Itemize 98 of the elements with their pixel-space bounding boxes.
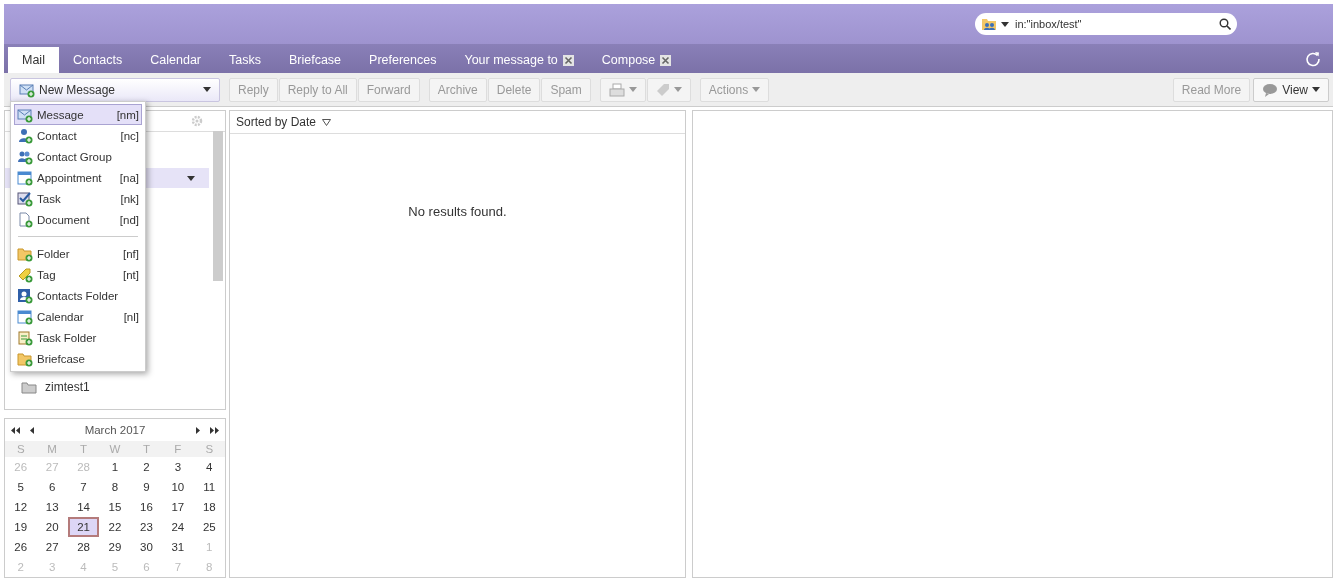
menu-item[interactable]: Document [nd] [14, 209, 142, 230]
calendar-icon [17, 169, 33, 186]
weekday-label: W [99, 441, 131, 457]
tab[interactable]: Contacts [58, 47, 137, 73]
tab[interactable]: Preferences [355, 47, 451, 73]
weekday-label: F [162, 441, 194, 457]
double-right-arrow-icon[interactable] [210, 426, 219, 434]
contact-card-icon [17, 287, 33, 304]
caret-icon [203, 87, 211, 92]
person-icon [17, 127, 33, 144]
envelope-icon [17, 106, 33, 123]
folder-people-icon [981, 17, 997, 31]
menu-item[interactable]: Task [nk] [14, 188, 142, 209]
calendar-day[interactable]: 31 [162, 537, 194, 557]
calendar-day[interactable]: 30 [130, 537, 163, 557]
calendar-day[interactable]: 1 [99, 457, 131, 477]
menu-item[interactable]: Briefcase [14, 348, 142, 369]
folder-name[interactable]: zimtest1 [45, 380, 90, 394]
menu-item[interactable]: Folder [nf] [14, 243, 142, 264]
folder-icon [21, 380, 37, 394]
calendar-day[interactable]: 15 [99, 497, 131, 517]
close-icon[interactable] [562, 54, 574, 66]
calendar-day[interactable]: 28 [67, 537, 100, 557]
caret-icon [1312, 87, 1320, 92]
menu-item[interactable]: Task Folder [14, 327, 142, 348]
month-title: March 2017 [83, 424, 147, 436]
calendar-day[interactable]: 6 [36, 477, 68, 497]
tab[interactable]: Mail [8, 47, 59, 73]
calendar-day[interactable]: 14 [67, 497, 100, 517]
caret-icon [628, 87, 637, 92]
caret-icon [187, 175, 195, 181]
calendar-day[interactable]: 25 [193, 517, 225, 537]
calendar-day[interactable]: 29 [99, 537, 131, 557]
search-bar[interactable]: in:"inbox/test" [975, 13, 1237, 35]
menu-item[interactable]: Contacts Folder [14, 285, 142, 306]
calendar-day[interactable]: 4 [193, 457, 225, 477]
calendar-day[interactable]: 10 [162, 477, 194, 497]
calendar-day[interactable]: 27 [36, 537, 68, 557]
tab[interactable]: Tasks [215, 47, 275, 73]
calendar-day[interactable]: 11 [193, 477, 225, 497]
folder-icon [17, 245, 33, 262]
speech-bubble-icon [1262, 82, 1279, 97]
right-arrow-icon[interactable] [196, 426, 200, 434]
double-left-arrow-icon[interactable] [11, 426, 20, 434]
calendar-day[interactable]: 23 [130, 517, 163, 537]
caret-icon [673, 87, 682, 92]
checkbox-icon [17, 190, 33, 207]
calendar-day[interactable]: 22 [99, 517, 131, 537]
calendar-day[interactable]: 19 [5, 517, 37, 537]
sort-icon[interactable] [322, 118, 332, 126]
calendar-day[interactable]: 17 [162, 497, 194, 517]
new-message-button[interactable]: New Message [10, 77, 220, 102]
menu-item[interactable]: Appointment [na] [14, 167, 142, 188]
menu-item[interactable]: Contact [nc] [14, 125, 142, 146]
calendar-day[interactable]: 21 [67, 517, 100, 537]
calendar-day[interactable]: 13 [36, 497, 68, 517]
calendar-day[interactable]: 5 [5, 477, 37, 497]
sort-label[interactable]: Sorted by Date [236, 115, 317, 129]
calendar-day[interactable]: 18 [193, 497, 225, 517]
tab[interactable]: Briefcase [274, 47, 356, 73]
clipboard-icon [17, 329, 33, 346]
view-button[interactable]: View [1253, 77, 1329, 102]
calendar-day[interactable]: 24 [162, 517, 194, 537]
tab[interactable]: Compose [587, 47, 686, 73]
envelope-icon [19, 81, 35, 98]
caret-icon [752, 87, 761, 92]
left-arrow-icon[interactable] [30, 426, 34, 434]
printer-icon [608, 82, 625, 97]
tab[interactable]: Calendar [136, 47, 215, 73]
calendar-day[interactable]: 20 [36, 517, 68, 537]
calendar-day[interactable]: 8 [99, 477, 131, 497]
weekday-label: T [130, 441, 163, 457]
calendar-day[interactable]: 3 [162, 457, 194, 477]
tag-icon [655, 82, 670, 97]
menu-item[interactable]: Contact Group [14, 146, 142, 167]
calendar-day[interactable]: 9 [130, 477, 163, 497]
caret-icon [1001, 21, 1009, 27]
calendar-day[interactable]: 7 [67, 477, 100, 497]
calendar-day[interactable]: 2 [130, 457, 163, 477]
weekday-label: T [67, 441, 100, 457]
calendar-day[interactable]: 26 [5, 537, 37, 557]
tab[interactable]: Your message to [450, 47, 588, 73]
weekday-label: S [193, 441, 225, 457]
tag-icon [17, 266, 33, 283]
calendar-day[interactable]: 12 [5, 497, 37, 517]
calendar-icon [17, 308, 33, 325]
search-icon[interactable] [1219, 18, 1231, 30]
refresh-icon[interactable] [1305, 51, 1321, 67]
calendar-day[interactable]: 16 [130, 497, 163, 517]
menu-item[interactable]: Tag [nt] [14, 264, 142, 285]
weekday-label: S [5, 441, 37, 457]
empty-message: No results found. [407, 204, 508, 219]
menu-item[interactable]: Calendar [nl] [14, 306, 142, 327]
menu-item[interactable]: Message [nm] [14, 104, 142, 125]
document-icon [17, 211, 33, 228]
weekday-label: M [36, 441, 68, 457]
folder-icon [17, 350, 33, 367]
close-icon[interactable] [660, 54, 672, 66]
